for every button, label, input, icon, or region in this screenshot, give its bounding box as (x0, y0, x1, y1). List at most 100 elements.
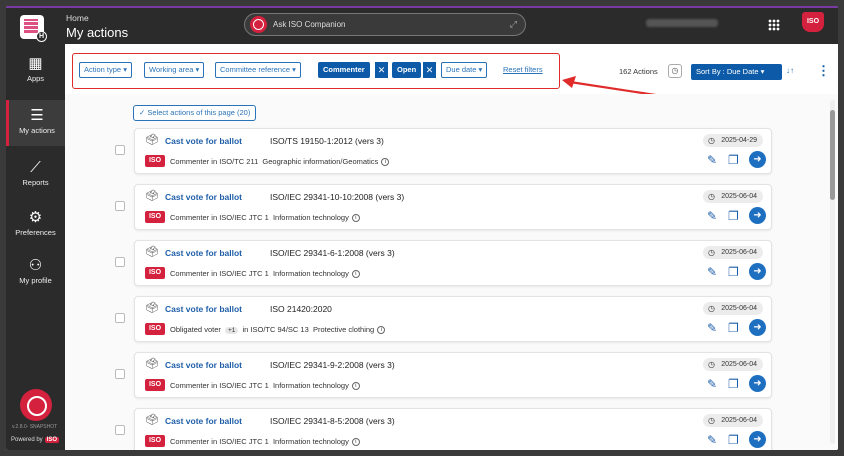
chart-icon: ⟋ (30, 159, 41, 176)
ballot-icon: 🗳 (145, 358, 159, 370)
edit-comment-icon[interactable]: ✎ (707, 209, 717, 223)
sort-order-icon[interactable]: ↓↑ (786, 66, 794, 75)
open-action-icon[interactable]: ➜ (749, 319, 766, 336)
org-badge: ISO (145, 267, 165, 279)
sidebar-item-my-actions[interactable]: ☰ My actions (6, 100, 65, 146)
app-logo-icon[interactable]: H (20, 15, 47, 42)
edit-comment-icon[interactable]: ✎ (707, 265, 717, 279)
companion-globe-icon (250, 16, 267, 33)
sidebar-item-reports[interactable]: ⟋ Reports (6, 152, 65, 198)
filter-due-date[interactable]: Due date ▾ (441, 62, 488, 78)
filter-action-type[interactable]: Action type ▾ (79, 62, 132, 78)
sort-by-button[interactable]: Sort By : Due Date ▾ (691, 64, 782, 80)
org-badge: ISO (145, 155, 165, 167)
info-icon: i (351, 438, 360, 447)
iso-logo[interactable]: ISO (802, 12, 824, 32)
info-icon: i (351, 270, 360, 279)
filter-bar: Action type ▾ Working area ▾ Committee r… (65, 44, 838, 102)
info-icon: i (351, 382, 360, 391)
org-badge: ISO (145, 323, 165, 335)
history-icon[interactable]: ◷ (668, 64, 682, 78)
edit-comment-icon[interactable]: ✎ (707, 433, 717, 447)
ballot-icon: 🗳 (145, 190, 159, 202)
document-icon[interactable]: ❐ (728, 153, 739, 167)
document-icon[interactable]: ❐ (728, 433, 739, 447)
powered-by: Powered by ISO (11, 437, 60, 443)
person-icon: ⚇ (28, 257, 43, 274)
document-icon[interactable]: ❐ (728, 209, 739, 223)
role-line: Obligated voter +1 in ISO/TC 94/SC 13 Pr… (170, 325, 386, 335)
action-card[interactable]: 🗳 Cast vote for ballot ISO/IEC 29341-6-1… (115, 240, 772, 286)
checklist-icon: ☰ (30, 107, 44, 124)
row-checkbox[interactable] (115, 369, 125, 379)
action-title[interactable]: Cast vote for ballot (165, 304, 242, 314)
info-icon: i (351, 214, 360, 223)
row-checkbox[interactable] (115, 425, 125, 435)
actions-count: 162 Actions (619, 67, 658, 76)
select-page-button[interactable]: ✓ Select actions of this page (20) (133, 105, 257, 121)
org-badge: ISO (145, 379, 165, 391)
app-window: H Home My actions Ask ISO Companion ⤢ IS… (6, 6, 838, 450)
edit-comment-icon[interactable]: ✎ (707, 321, 717, 335)
row-checkbox[interactable] (115, 257, 125, 267)
ask-companion-input[interactable]: Ask ISO Companion ⤢ (244, 13, 526, 36)
action-title[interactable]: Cast vote for ballot (165, 192, 242, 202)
sidebar-item-apps[interactable]: ▦ Apps (6, 48, 65, 94)
action-title[interactable]: Cast vote for ballot (165, 360, 242, 370)
document-icon[interactable]: ❐ (728, 377, 739, 391)
apps-grid-icon[interactable] (768, 19, 780, 31)
open-action-icon[interactable]: ➜ (749, 151, 766, 168)
document-icon[interactable]: ❐ (728, 265, 739, 279)
ballot-icon: 🗳 (145, 302, 159, 314)
clear-commenter-icon[interactable]: ✕ (374, 62, 388, 78)
action-card[interactable]: 🗳 Cast vote for ballot ISO/IEC 29341-9-2… (115, 352, 772, 398)
action-title[interactable]: Cast vote for ballot (165, 416, 242, 426)
filter-open[interactable]: Open (392, 62, 422, 78)
sidebar-item-my-profile[interactable]: ⚇ My profile (6, 250, 65, 296)
open-action-icon[interactable]: ➜ (749, 263, 766, 280)
clear-open-icon[interactable]: ✕ (422, 62, 436, 78)
open-action-icon[interactable]: ➜ (749, 375, 766, 392)
role-line: Commenter in ISO/IEC JTC 1 Information t… (170, 269, 360, 279)
edit-comment-icon[interactable]: ✎ (707, 377, 717, 391)
companion-label: Ask ISO Companion (273, 20, 346, 29)
action-card[interactable]: 🗳 Cast vote for ballot ISO/IEC 29341-8-5… (115, 408, 772, 450)
edit-comment-icon[interactable]: ✎ (707, 153, 717, 167)
breadcrumb[interactable]: Home (66, 13, 89, 23)
action-card[interactable]: 🗳 Cast vote for ballot ISO/TS 19150-1:20… (115, 128, 772, 174)
open-action-icon[interactable]: ➜ (749, 431, 766, 448)
due-date-badge: 2025-06-04 (703, 246, 763, 259)
action-title[interactable]: Cast vote for ballot (165, 136, 242, 146)
apps-icon: ▦ (28, 55, 43, 72)
filter-working-area[interactable]: Working area ▾ (144, 62, 205, 78)
action-title[interactable]: Cast vote for ballot (165, 248, 242, 258)
scroll-thumb[interactable] (830, 110, 835, 200)
row-checkbox[interactable] (115, 145, 125, 155)
org-badge: ISO (145, 211, 165, 223)
filter-commenter[interactable]: Commenter (318, 62, 370, 78)
open-action-icon[interactable]: ➜ (749, 207, 766, 224)
version-label: v.2.8.0- SNAPSHOT (12, 424, 58, 430)
companion-logo-icon[interactable] (20, 389, 52, 421)
sidebar-item-preferences[interactable]: ⚙ Preferences (6, 202, 65, 248)
scrollbar[interactable] (830, 100, 835, 444)
actions-list: ✓ Select actions of this page (20) 🗳 Cas… (65, 94, 838, 450)
action-reference: ISO/TS 19150-1:2012 (vers 3) (270, 136, 384, 146)
row-checkbox[interactable] (115, 201, 125, 211)
action-reference: ISO/IEC 29341-8-5:2008 (vers 3) (270, 416, 395, 426)
filter-committee-reference[interactable]: Committee reference ▾ (215, 62, 301, 78)
user-name-blurred[interactable] (646, 19, 718, 27)
action-card[interactable]: 🗳 Cast vote for ballot ISO 21420:2020 IS… (115, 296, 772, 342)
due-date-badge: 2025-06-04 (703, 414, 763, 427)
reset-filters-link[interactable]: Reset filters (503, 65, 543, 74)
expand-icon[interactable]: ⤢ (510, 19, 517, 30)
row-checkbox[interactable] (115, 313, 125, 323)
action-card[interactable]: 🗳 Cast vote for ballot ISO/IEC 29341-10-… (115, 184, 772, 230)
role-line: Commenter in ISO/IEC JTC 1 Information t… (170, 437, 360, 447)
role-line: Commenter in ISO/IEC JTC 1 Information t… (170, 381, 360, 391)
ballot-icon: 🗳 (145, 134, 159, 146)
ballot-icon: 🗳 (145, 414, 159, 426)
info-icon: i (377, 326, 386, 335)
more-options-icon[interactable]: ⋮ (817, 63, 830, 79)
document-icon[interactable]: ❐ (728, 321, 739, 335)
